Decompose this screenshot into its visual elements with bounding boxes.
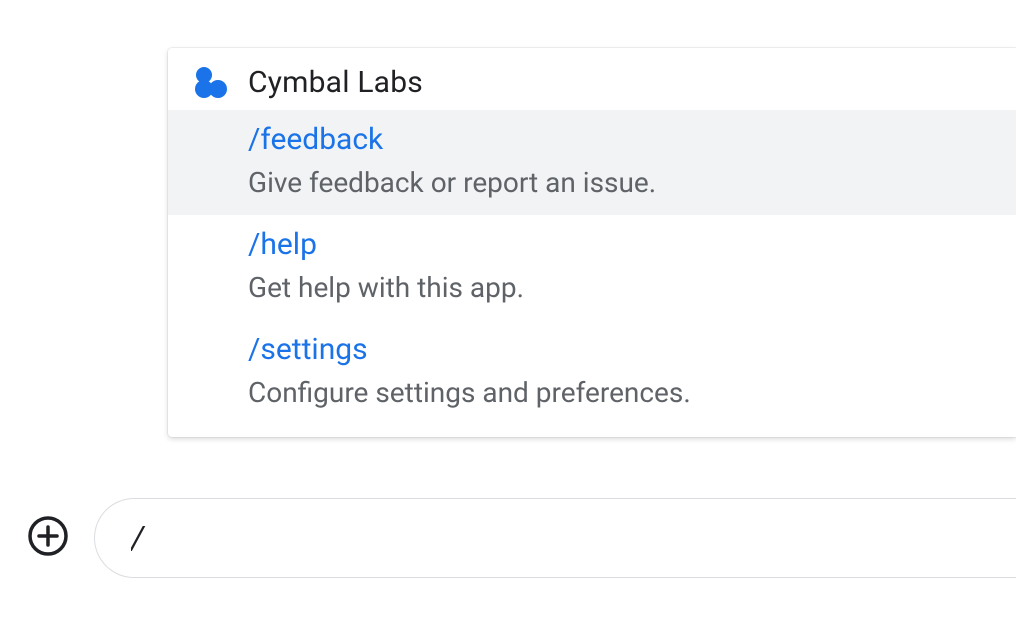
message-input[interactable] (94, 498, 1016, 578)
add-button[interactable] (26, 516, 70, 560)
popup-header: Cymbal Labs (168, 48, 1016, 110)
command-name: /settings (248, 330, 992, 371)
command-description: Get help with this app. (248, 268, 992, 309)
app-logo-icon (192, 64, 228, 100)
command-list: /feedback Give feedback or report an iss… (168, 110, 1016, 437)
command-item-help[interactable]: /help Get help with this app. (168, 215, 1016, 320)
command-description: Give feedback or report an issue. (248, 163, 992, 204)
input-row (26, 498, 1016, 578)
command-description: Configure settings and preferences. (248, 373, 992, 414)
command-name: /feedback (248, 120, 992, 161)
command-item-settings[interactable]: /settings Configure settings and prefere… (168, 320, 1016, 425)
command-name: /help (248, 225, 992, 266)
popup-title: Cymbal Labs (248, 65, 423, 100)
plus-circle-icon (26, 514, 70, 562)
command-item-feedback[interactable]: /feedback Give feedback or report an iss… (168, 110, 1016, 215)
slash-command-popup: Cymbal Labs /feedback Give feedback or r… (168, 48, 1016, 437)
